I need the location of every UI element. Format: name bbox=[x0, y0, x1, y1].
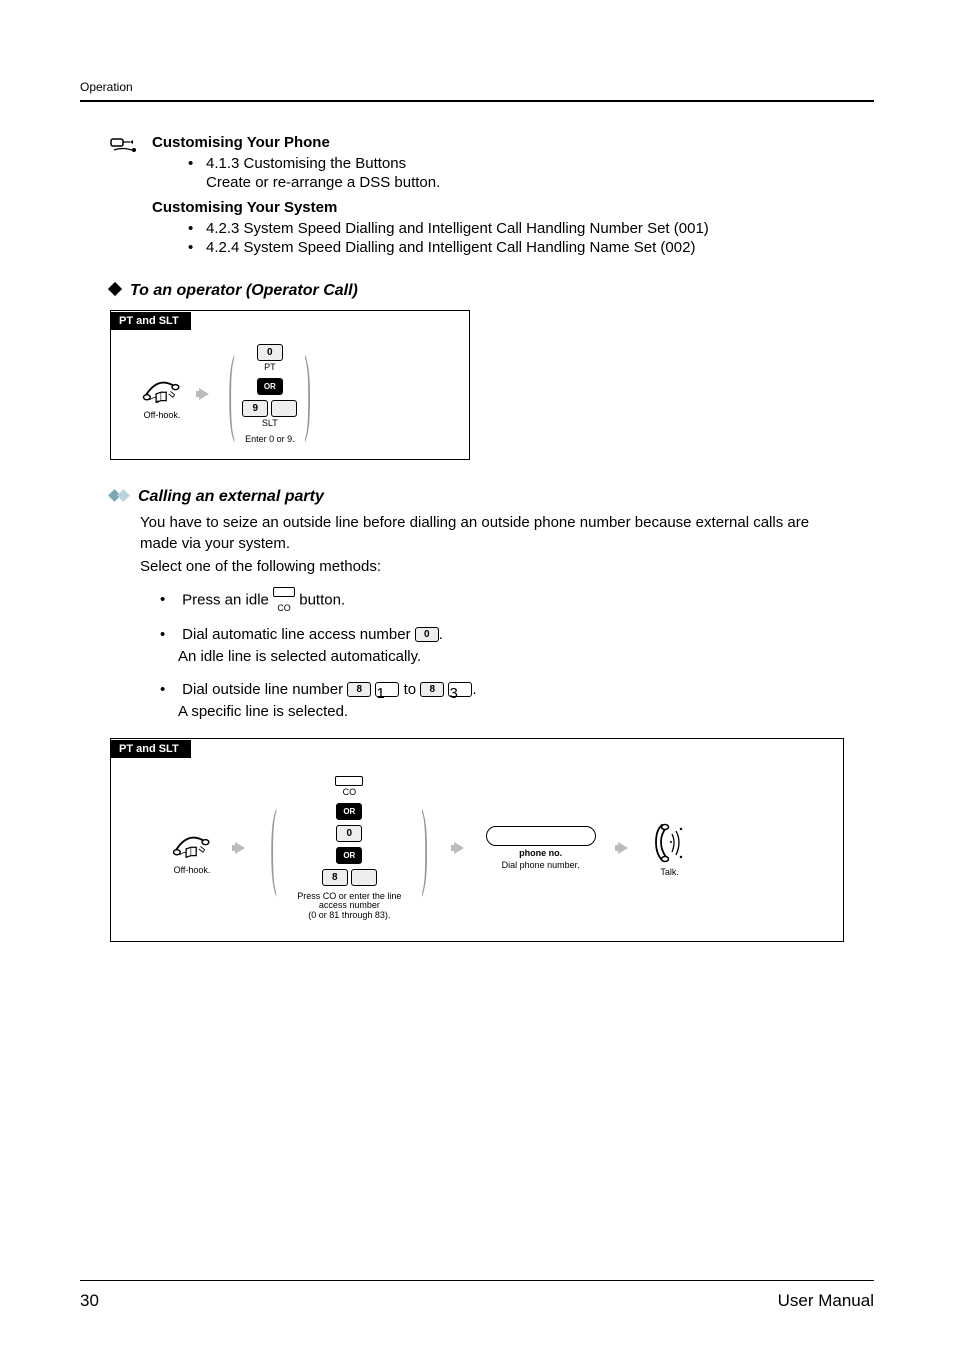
external-p2: Select one of the following methods: bbox=[140, 556, 814, 577]
key-3-inline: 3 bbox=[448, 682, 472, 697]
arrow-icon-2a bbox=[235, 842, 245, 854]
external-diagram: PT and SLT Off-hook. ( bbox=[110, 738, 844, 943]
key-0-label: PT bbox=[264, 363, 276, 373]
co-label-2: CO bbox=[343, 788, 357, 798]
customise-system-item-2: 4.2.4 System Speed Dialling and Intellig… bbox=[188, 239, 844, 256]
phone-no-label: phone no. bbox=[519, 849, 562, 859]
footer-rule bbox=[80, 1280, 874, 1281]
key-8-d2: 8 bbox=[322, 869, 348, 886]
customise-phone-note: Create or re-arrange a DSS button. bbox=[152, 174, 844, 191]
key-0: 0 bbox=[257, 344, 283, 361]
key-group: ( 0 PT OR 9 SLT bbox=[225, 344, 315, 445]
line-select-group: ( CO OR 0 OR 8 bbox=[267, 776, 432, 922]
footer: 30 User Manual bbox=[80, 1278, 874, 1311]
customising-block: Customising Your Phone 4.1.3 Customising… bbox=[110, 134, 844, 258]
bullet-1: Press an idle CO button. bbox=[160, 587, 844, 614]
co-button-icon: CO bbox=[273, 587, 295, 614]
bracket-left-icon-2: ( bbox=[269, 799, 278, 897]
offhook-step: Off-hook. bbox=[141, 367, 183, 421]
key-0-inline: 0 bbox=[415, 627, 439, 642]
key-0-d2: 0 bbox=[336, 825, 362, 842]
manual-label: User Manual bbox=[778, 1291, 874, 1311]
co-btn-2 bbox=[335, 776, 363, 786]
talk-label: Talk. bbox=[660, 868, 679, 878]
key-1-inline: 1 bbox=[375, 682, 399, 697]
external-heading: Calling an external party bbox=[110, 488, 844, 506]
customise-system-item-1: 4.2.3 System Speed Dialling and Intellig… bbox=[188, 220, 844, 237]
bullet-2: Dial automatic line access number 0. An … bbox=[160, 624, 844, 669]
offhook-step-2: Off-hook. bbox=[171, 822, 213, 876]
press-co-label: Press CO or enter the line access number… bbox=[284, 892, 414, 922]
or-key-2b: OR bbox=[336, 847, 362, 864]
phone-number-slot bbox=[486, 826, 596, 846]
arrow-icon-2b bbox=[454, 842, 464, 854]
or-key: OR bbox=[257, 378, 283, 395]
customise-phone-title: Customising Your Phone bbox=[152, 134, 844, 151]
key-8-inline: 8 bbox=[347, 682, 371, 697]
arrow-icon bbox=[199, 388, 209, 400]
external-tab: PT and SLT bbox=[111, 740, 191, 758]
phone-number-step: phone no. Dial phone number. bbox=[486, 826, 596, 871]
enter-label: Enter 0 or 9. bbox=[245, 435, 295, 445]
external-p1: You have to seize an outside line before… bbox=[140, 512, 814, 554]
key-9: 9 bbox=[242, 400, 268, 417]
arrow-icon-2c bbox=[618, 842, 628, 854]
customise-icon bbox=[110, 136, 144, 258]
dial-label: Dial phone number. bbox=[502, 861, 580, 871]
offhook-label: Off-hook. bbox=[144, 411, 181, 421]
bullet-3: Dial outside line number 8 1 to 8 3. A s… bbox=[160, 679, 844, 724]
key-blank-d2 bbox=[351, 869, 377, 886]
operator-heading: To an operator (Operator Call) bbox=[110, 282, 844, 300]
talk-step: Talk. bbox=[650, 820, 690, 878]
customise-system-title: Customising Your System bbox=[152, 199, 844, 216]
key-blank bbox=[271, 400, 297, 417]
offhook-label-2: Off-hook. bbox=[174, 866, 211, 876]
bracket-left-icon: ( bbox=[227, 345, 236, 443]
header-rule bbox=[80, 100, 874, 102]
diamond-icon bbox=[108, 282, 122, 296]
bracket-right-icon-2: ) bbox=[420, 799, 429, 897]
operator-tab: PT and SLT bbox=[111, 312, 191, 330]
header-section: Operation bbox=[80, 80, 874, 94]
or-key-2a: OR bbox=[336, 803, 362, 820]
operator-diagram: PT and SLT Off-hook. ( bbox=[110, 310, 470, 460]
bracket-right-icon: ) bbox=[303, 345, 312, 443]
page-number: 30 bbox=[80, 1291, 99, 1311]
key-9-label: SLT bbox=[262, 419, 278, 429]
key-8-inline-2: 8 bbox=[420, 682, 444, 697]
double-diamond-icon bbox=[110, 489, 130, 501]
customise-phone-item: 4.1.3 Customising the Buttons bbox=[188, 155, 844, 172]
